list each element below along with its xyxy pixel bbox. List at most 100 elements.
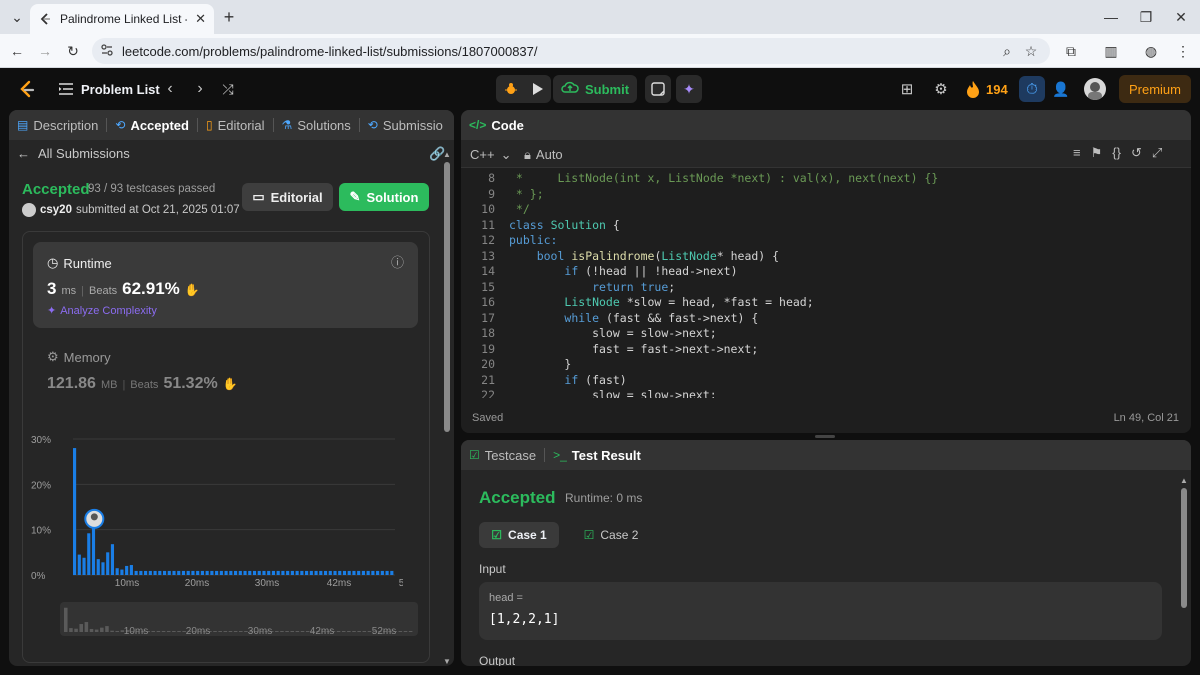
sidepanel-icon[interactable]: ▥ (1100, 40, 1122, 62)
tab-accepted[interactable]: ⟲ Accepted (107, 110, 197, 140)
site-info-icon[interactable] (100, 43, 114, 60)
chart-bar[interactable] (191, 570, 195, 575)
chart-bar[interactable] (91, 522, 96, 575)
chart-bar[interactable] (342, 570, 347, 575)
format-icon[interactable]: ≡ (1073, 145, 1081, 161)
chart-bar[interactable] (210, 570, 214, 575)
tab-solutions[interactable]: ⚗ Solutions (274, 110, 359, 140)
chart-bar[interactable] (219, 570, 223, 575)
extensions-icon[interactable]: ⧉ (1060, 40, 1082, 62)
chart-bar[interactable] (238, 570, 242, 575)
braces-icon[interactable]: {} (1112, 145, 1121, 161)
problem-list-link[interactable]: Problem List (81, 82, 160, 97)
next-problem-icon[interactable]: › (192, 80, 208, 98)
chart-bar[interactable] (87, 533, 91, 575)
chart-bar[interactable] (134, 570, 138, 575)
layout-grid-icon[interactable]: ⊞ (898, 80, 916, 98)
reload-icon[interactable]: ↻ (62, 40, 84, 62)
chart-bar[interactable] (262, 570, 266, 575)
chart-bar[interactable] (82, 557, 86, 575)
chart-bar[interactable] (181, 570, 186, 575)
bookmark-star-icon[interactable]: ☆ (1020, 40, 1042, 62)
chart-bar[interactable] (110, 544, 115, 575)
auto-mode[interactable]: 🔒︎ Auto (524, 147, 563, 163)
tab-testcase[interactable]: ☑ Testcase (461, 440, 544, 470)
chart-bar[interactable] (158, 570, 162, 575)
runtime-card[interactable]: ◷ Runtime ⓘ 3 ms | Beats 62.91% ✋ ✦ Anal… (33, 242, 418, 328)
language-selector[interactable]: C++ ⌄ (470, 147, 511, 163)
chart-bar[interactable] (120, 569, 124, 575)
case-1-tab[interactable]: ☑ Case 1 (479, 522, 559, 548)
tab-code[interactable]: </> Code (461, 110, 532, 140)
forward-icon[interactable]: → (34, 40, 56, 62)
chart-bar[interactable] (380, 570, 384, 575)
chart-bar[interactable] (248, 570, 252, 575)
tab-editorial[interactable]: ▯ Editorial (198, 110, 273, 140)
chart-bar[interactable] (125, 565, 129, 575)
chart-bar[interactable] (371, 570, 375, 575)
code-line[interactable]: 10 */ (461, 202, 1191, 218)
chart-bar[interactable] (271, 570, 276, 575)
code-line[interactable]: 15 return true; (461, 280, 1191, 296)
chart-bar[interactable] (338, 570, 342, 575)
chart-bar[interactable] (295, 570, 299, 575)
code-line[interactable]: 8 * ListNode(int x, ListNode *next) : va… (461, 171, 1191, 187)
your-submission-marker[interactable] (84, 508, 105, 529)
shuffle-icon[interactable]: ⤮ (219, 80, 237, 98)
chart-bar[interactable] (328, 570, 332, 575)
code-line[interactable]: 21 if (fast) (461, 373, 1191, 389)
chart-bar[interactable] (229, 570, 233, 575)
chart-bar[interactable] (323, 570, 328, 575)
avatar[interactable] (1084, 78, 1106, 100)
chart-range-selector[interactable]: 10ms 20ms 30ms 42ms 52ms (60, 602, 418, 637)
profile-icon[interactable]: ◍ (1140, 40, 1162, 62)
chart-bar[interactable] (319, 570, 323, 575)
code-line[interactable]: 9 * }; (461, 187, 1191, 203)
timer-button[interactable]: ⏱ (1019, 76, 1045, 102)
premium-button[interactable]: Premium (1119, 75, 1191, 103)
chart-bar[interactable] (162, 570, 167, 575)
editorial-button[interactable]: ▭ Editorial (242, 183, 333, 211)
chart-bar[interactable] (186, 570, 190, 575)
prev-problem-icon[interactable]: ‹ (162, 80, 178, 98)
chart-bar[interactable] (281, 570, 285, 575)
info-icon[interactable]: ⓘ (391, 252, 404, 271)
chart-bar[interactable] (153, 570, 157, 575)
analyze-complexity-link[interactable]: ✦ Analyze Complexity (47, 304, 157, 318)
memory-header[interactable]: ⚙ Memory (47, 349, 111, 365)
back-icon[interactable]: ← (6, 40, 28, 62)
code-line[interactable]: 12 public: (461, 233, 1191, 249)
minimize-icon[interactable]: — (1100, 6, 1122, 28)
notes-button[interactable] (645, 75, 671, 103)
add-friend-icon[interactable]: 👤 (1051, 80, 1071, 98)
code-line[interactable]: 20 } (461, 357, 1191, 373)
scroll-thumb[interactable] (1181, 488, 1187, 608)
chart-bar[interactable] (106, 552, 110, 575)
chart-bar[interactable] (347, 570, 351, 575)
case-2-tab[interactable]: ☑ Case 2 (571, 522, 651, 548)
chart-bar[interactable] (390, 570, 394, 575)
ai-assist-button[interactable]: ✦ (676, 75, 702, 103)
zoom-icon[interactable]: ⌕ (996, 40, 1018, 62)
run-button[interactable] (525, 75, 551, 103)
left-scrollbar[interactable]: ▲ ▼ (443, 150, 451, 666)
chart-bar[interactable] (385, 570, 389, 575)
chart-bar[interactable] (252, 570, 257, 575)
chart-bar[interactable] (101, 562, 105, 575)
streak-count[interactable]: 194 (986, 82, 1008, 97)
chart-bar[interactable] (366, 570, 370, 575)
chart-bar[interactable] (73, 448, 77, 575)
chart-bar[interactable] (352, 570, 356, 575)
chart-bar[interactable] (309, 570, 313, 575)
chart-bar[interactable] (172, 570, 176, 575)
chart-bar[interactable] (77, 554, 81, 575)
chart-bar[interactable] (376, 570, 380, 575)
chart-bar[interactable] (333, 570, 337, 575)
chart-bar[interactable] (167, 570, 171, 575)
code-line[interactable]: 16 ListNode *slow = head, *fast = head; (461, 295, 1191, 311)
code-line[interactable]: 18 slow = slow->next; (461, 326, 1191, 342)
chart-bar[interactable] (144, 570, 148, 575)
code-line[interactable]: 11 class Solution { (461, 218, 1191, 234)
tab-search-icon[interactable]: ⌄ (6, 6, 28, 28)
chart-bar[interactable] (305, 570, 309, 575)
